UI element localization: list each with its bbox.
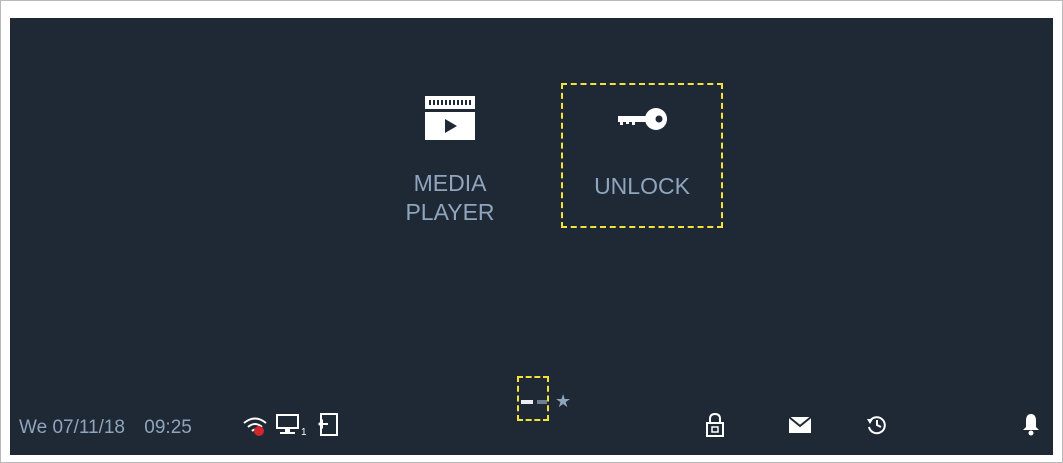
media-player-label: MEDIA PLAYER [405,170,495,225]
date: 07/11/18 [52,417,126,438]
media-player-icon [424,95,476,148]
lock-icon[interactable] [705,412,725,443]
date-time: We 07/11/18 09:25 [19,416,192,440]
history-icon[interactable] [866,414,888,441]
home-screen: MEDIA PLAYER UNLOCK ★ We 07/11/18 09:25 … [10,18,1053,455]
unlock-tile[interactable]: UNLOCK [561,83,723,228]
status-bar: We 07/11/18 09:25 1 [10,408,1053,448]
unlock-label: UNLOCK [594,173,690,199]
monitor-count: 1 [301,427,307,438]
bell-icon[interactable] [1022,412,1040,441]
door-exit-icon[interactable] [316,412,340,443]
media-player-tile[interactable]: MEDIA PLAYER [390,88,510,238]
time: 09:25 [144,417,192,438]
weekday: We [19,417,48,438]
wifi-disconnected-icon [242,415,268,442]
page-dot-active[interactable] [521,400,533,404]
screenshot-frame: MEDIA PLAYER UNLOCK ★ We 07/11/18 09:25 … [0,0,1063,463]
envelope-icon[interactable] [788,416,812,439]
key-icon [616,107,668,138]
monitor-icon: 1 [276,413,308,444]
page-dot[interactable] [537,400,547,404]
